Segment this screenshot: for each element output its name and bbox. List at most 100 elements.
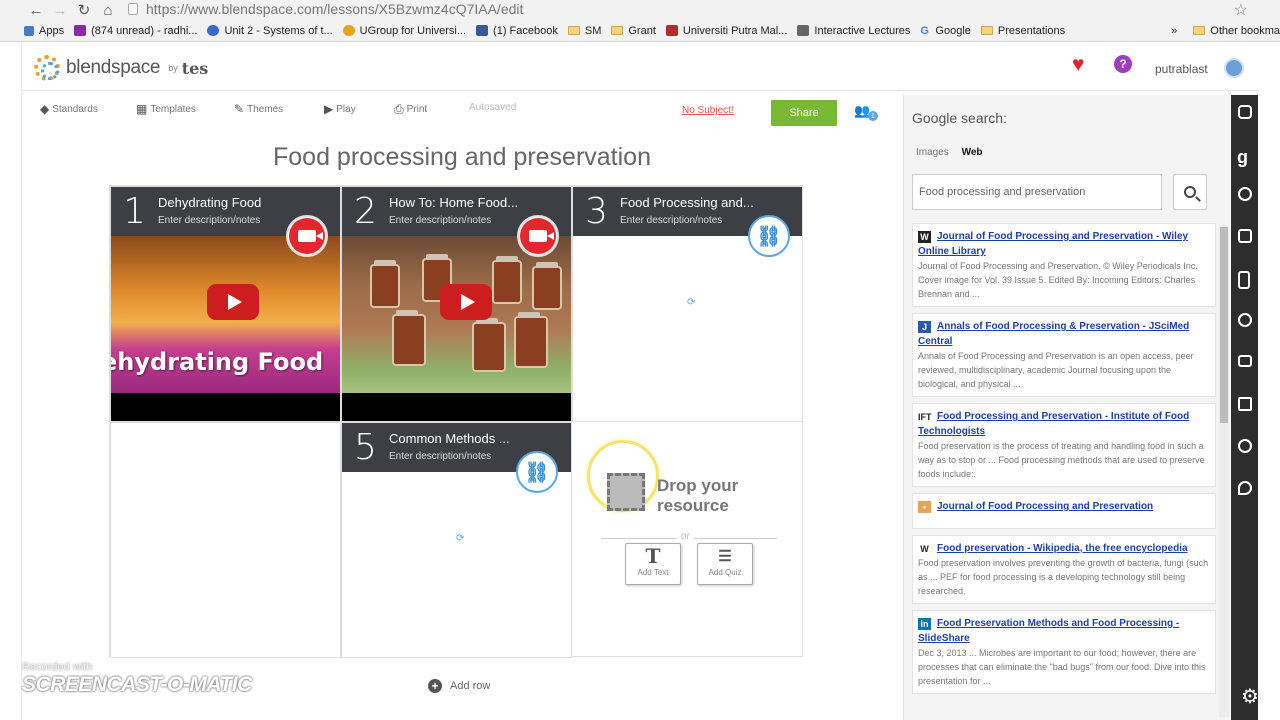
add-quiz-button[interactable]: ☰ Add Quiz — [697, 543, 753, 585]
tile-title[interactable]: Food Processing and... — [620, 195, 754, 210]
blendspace-logo[interactable]: blendspace by tes — [34, 55, 208, 81]
jar-image — [514, 312, 548, 368]
search-result-link[interactable]: Food preservation - Wikipedia, the free … — [937, 543, 1188, 554]
home-icon[interactable]: ⌂ — [96, 0, 120, 20]
youtube-icon[interactable] — [1238, 105, 1252, 119]
standards-button[interactable]: ◆ Standards — [40, 102, 98, 116]
drop-zone[interactable]: Drop your resource or T Add Text ☰ Add Q… — [573, 423, 803, 658]
autosaved-status: Autosaved — [469, 102, 517, 113]
tab-web[interactable]: Web — [962, 147, 983, 158]
google-g-icon[interactable]: g — [1237, 147, 1251, 167]
themes-button[interactable]: ✎ Themes — [234, 102, 283, 116]
dropbox-icon[interactable] — [1238, 397, 1252, 411]
address-field[interactable]: https://www.blendspace.com/lessons/X5Bzw… — [128, 0, 1218, 18]
bookmark-google[interactable]: G Google — [920, 25, 970, 38]
forward-icon[interactable]: → — [48, 0, 72, 20]
site-icon — [797, 25, 810, 36]
search-result-card[interactable]: IFT Food Processing and Preservation - In… — [912, 403, 1216, 487]
bookmark-sm[interactable]: SM — [567, 25, 601, 37]
tile-3[interactable]: 3 Food Processing and... Enter descripti… — [572, 186, 803, 422]
tile-description[interactable]: Enter description/notes — [389, 215, 491, 226]
video-thumbnail[interactable] — [342, 236, 571, 393]
bookmark-interactive-lectures[interactable]: Interactive Lectures — [797, 25, 910, 37]
gear-icon[interactable]: ⚙ — [1241, 684, 1259, 709]
search-result-card[interactable]: W Journal of Food Processing and Preserva… — [912, 223, 1216, 307]
print-button[interactable]: ⎙ Print — [394, 102, 427, 117]
tablet-icon[interactable] — [1238, 271, 1250, 289]
lesson-title[interactable]: Food processing and preservation — [22, 143, 902, 172]
tile-title[interactable]: Dehydrating Food — [158, 195, 261, 210]
search-result-link[interactable]: Annals of Food Processing & Preservation… — [918, 321, 1189, 347]
search-result-card[interactable]: • Journal of Food Processing and Preserva… — [912, 493, 1216, 529]
bookmark-ugroup[interactable]: UGroup for Universi... — [342, 25, 466, 37]
search-result-link[interactable]: Food Preservation Methods and Food Proce… — [918, 618, 1179, 644]
search-result-link[interactable]: Food Processing and Preservation - Insti… — [918, 411, 1189, 437]
youtube-play-icon[interactable] — [440, 284, 492, 320]
no-subject-link[interactable]: No Subject! — [682, 105, 734, 116]
bookmark-presentations[interactable]: Presentations — [980, 25, 1065, 37]
tile-2[interactable]: 2 How To: Home Food... Enter description… — [341, 186, 572, 422]
search-result-card[interactable]: J Annals of Food Processing & Preservatio… — [912, 313, 1216, 397]
bookmark-upm[interactable]: Universiti Putra Mal... — [665, 25, 787, 37]
grid-icon: ▦ — [136, 102, 148, 116]
bookmark-apps[interactable]: Apps — [24, 25, 64, 37]
tile-title[interactable]: Common Methods ... — [389, 431, 510, 446]
crop-icon[interactable] — [1238, 229, 1252, 243]
avatar[interactable] — [1224, 58, 1244, 78]
search-results: W Journal of Food Processing and Preserva… — [912, 223, 1216, 720]
tile-5[interactable]: 5 Common Methods ... Enter description/n… — [341, 422, 572, 658]
tile-description[interactable]: Enter description/notes — [620, 215, 722, 226]
search-result-link[interactable]: Journal of Food Processing and Preservat… — [937, 501, 1153, 512]
tab-images[interactable]: Images — [916, 147, 949, 158]
help-icon[interactable]: ? — [1114, 55, 1132, 73]
tile-description[interactable]: Enter description/notes — [389, 451, 491, 462]
add-text-button[interactable]: T Add Text — [625, 543, 681, 585]
empty-tile[interactable] — [110, 422, 341, 658]
scrollbar-thumb[interactable] — [1220, 227, 1228, 423]
username[interactable]: putrablast — [1155, 62, 1208, 76]
location-pin-icon[interactable] — [1238, 481, 1252, 495]
lock-icon — [128, 3, 138, 15]
thumbnail-caption: ehydrating Food — [110, 348, 324, 376]
search-result-card[interactable]: in Food Preservation Methods and Food Pro… — [912, 610, 1216, 694]
folder-icon — [980, 26, 993, 35]
screencast-watermark: Recorded with SCREENCAST-O-MATIC — [22, 661, 252, 696]
play-icon: ▶ — [324, 102, 334, 116]
bookmark-other[interactable]: Other bookma — [1193, 25, 1280, 37]
search-result-card[interactable]: W Food preservation - Wikipedia, the free… — [912, 535, 1216, 604]
share-button[interactable]: Share — [771, 100, 837, 126]
tile-description[interactable]: Enter description/notes — [158, 215, 260, 226]
monitor-icon[interactable] — [1238, 355, 1252, 367]
bookmark-gmail[interactable]: (874 unread) - radhi... — [74, 25, 197, 37]
back-icon[interactable]: ← — [24, 0, 48, 20]
bookmark-unit2[interactable]: Unit 2 - Systems of t... — [207, 25, 333, 37]
tile-number: 2 — [354, 191, 377, 232]
tile-title[interactable]: How To: Home Food... — [389, 195, 518, 210]
folder-icon — [1193, 26, 1206, 35]
result-favicon-icon: W — [918, 230, 931, 243]
heart-icon[interactable]: ♥ — [1072, 53, 1084, 77]
video-thumbnail[interactable]: ehydrating Food — [110, 236, 340, 393]
globe-icon[interactable] — [1238, 313, 1252, 327]
bookmark-star-icon[interactable]: ☆ — [1234, 0, 1248, 20]
video-camera-icon — [289, 218, 325, 254]
tile-1[interactable]: ehydrating Food 1 Dehydrating Food Enter… — [110, 186, 341, 422]
search-result-link[interactable]: Journal of Food Processing and Preservat… — [918, 231, 1188, 257]
bookmark-grant[interactable]: Grant — [611, 25, 656, 37]
play-button[interactable]: ▶ Play — [324, 102, 356, 116]
flickr-icon[interactable] — [1238, 187, 1252, 201]
bookmark-facebook[interactable]: (1) Facebook — [476, 25, 558, 37]
google-search-input[interactable] — [912, 174, 1162, 210]
templates-button[interactable]: ▦ Templates — [136, 102, 196, 116]
logo-tes: tes — [181, 58, 209, 78]
right-window-edge — [1258, 43, 1280, 720]
add-row-button[interactable]: + Add row — [428, 679, 490, 693]
search-button[interactable] — [1173, 174, 1207, 210]
facebook-icon — [476, 25, 489, 36]
drive-icon[interactable] — [1238, 439, 1252, 453]
search-icon — [1184, 186, 1196, 198]
results-scrollbar[interactable] — [1219, 227, 1229, 717]
youtube-play-icon[interactable] — [207, 284, 259, 320]
reload-icon[interactable]: ↻ — [72, 0, 96, 20]
more-bookmarks-chevron[interactable]: » — [1171, 25, 1177, 37]
